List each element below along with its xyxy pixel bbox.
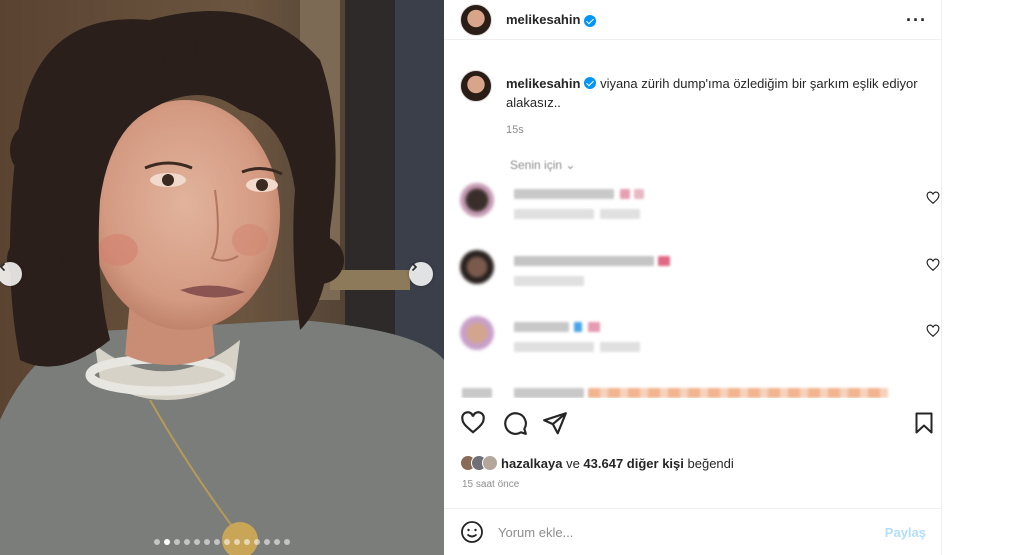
comment-meta-blurred	[514, 209, 594, 219]
comment-text-blurred	[574, 322, 582, 332]
author-avatar[interactable]	[460, 3, 492, 36]
comment-text-blurred	[658, 256, 670, 266]
carousel-dot	[204, 539, 210, 545]
comment-text-blurred	[588, 388, 888, 398]
comment-avatar[interactable]	[460, 250, 494, 284]
comment-meta-blurred	[514, 276, 584, 286]
carousel-dot	[284, 539, 290, 545]
likes-summary: hazalkaya ve 43.647 diğer kişi beğendi	[460, 455, 734, 471]
verified-badge-icon	[584, 14, 597, 27]
carousel-dot	[214, 539, 220, 545]
comment-text-blurred	[514, 388, 584, 398]
caption-username[interactable]: melikesahin	[506, 76, 580, 91]
post-comment-button[interactable]: Paylaş	[885, 525, 926, 540]
likes-text[interactable]: hazalkaya ve 43.647 diğer kişi beğendi	[501, 456, 734, 471]
send-icon[interactable]	[542, 410, 568, 436]
carousel-dot	[254, 539, 260, 545]
post-details-panel: melikesahin ··· melikesahin viyana zürih…	[444, 0, 942, 555]
post-actions	[444, 410, 942, 442]
bookmark-icon[interactable]	[912, 410, 936, 436]
like-comment-icon[interactable]	[926, 324, 940, 338]
caption-row: melikesahin viyana zürih dump'ıma özledi…	[444, 58, 942, 140]
add-comment-bar: Paylaş	[444, 508, 942, 555]
like-comment-icon[interactable]	[926, 258, 940, 272]
comments-list[interactable]: melikesahin viyana zürih dump'ıma özledi…	[444, 58, 942, 398]
comment-text-blurred	[620, 189, 630, 199]
carousel-dot	[234, 539, 240, 545]
more-options-icon[interactable]: ···	[906, 11, 927, 29]
comment-text-blurred	[514, 322, 569, 332]
comment-avatar[interactable]	[460, 316, 494, 350]
comment-row	[460, 382, 940, 398]
instagram-post-view: melikesahin ··· melikesahin viyana zürih…	[0, 0, 1034, 555]
comment-icon[interactable]	[502, 410, 528, 436]
comment-input[interactable]	[498, 524, 858, 540]
carousel-dot	[174, 539, 180, 545]
comment-row	[460, 250, 940, 290]
emoji-icon[interactable]	[460, 520, 484, 544]
caption-time: 15s	[506, 124, 524, 136]
carousel-indicator	[0, 539, 444, 545]
chevron-right-icon	[411, 262, 418, 272]
likes-suffix: beğendi	[687, 455, 734, 471]
verified-badge-icon	[584, 77, 597, 89]
comment-text-blurred	[514, 256, 654, 266]
comment-avatar[interactable]	[460, 183, 494, 217]
carousel-dot	[224, 539, 230, 545]
comment-avatar[interactable]	[462, 388, 492, 398]
author-username[interactable]: melikesahin	[506, 12, 580, 27]
carousel-dot	[274, 539, 280, 545]
comment-text-blurred	[588, 322, 600, 332]
carousel-dot	[184, 539, 190, 545]
liker-avatar[interactable]	[482, 455, 498, 471]
carousel-dot	[194, 539, 200, 545]
next-slide-button[interactable]	[409, 262, 433, 286]
comment-row	[460, 316, 940, 356]
carousel-dot	[264, 539, 270, 545]
liker-username[interactable]: hazalkaya	[501, 456, 562, 471]
caption-avatar[interactable]	[460, 70, 492, 102]
post-media[interactable]	[0, 0, 444, 555]
comment-meta-blurred	[600, 342, 640, 352]
comment-row	[460, 183, 940, 223]
like-comment-icon[interactable]	[926, 191, 940, 205]
likes-connector: ve	[566, 455, 580, 471]
heart-icon[interactable]	[460, 410, 486, 436]
comment-meta-blurred	[514, 342, 594, 352]
likes-others[interactable]: 43.647 diğer kişi	[583, 456, 683, 471]
post-header: melikesahin ···	[444, 0, 941, 40]
comment-text-blurred	[514, 189, 614, 199]
post-photo	[0, 0, 444, 555]
comment-sort-dropdown[interactable]: Senin için ⌄	[510, 158, 942, 172]
comment-text-blurred	[634, 189, 644, 199]
carousel-dot	[244, 539, 250, 545]
chevron-left-icon	[0, 262, 6, 272]
carousel-dot	[154, 539, 160, 545]
post-timestamp[interactable]: 15 saat önce	[462, 479, 519, 490]
carousel-dot	[164, 539, 170, 545]
comment-meta-blurred	[600, 209, 640, 219]
